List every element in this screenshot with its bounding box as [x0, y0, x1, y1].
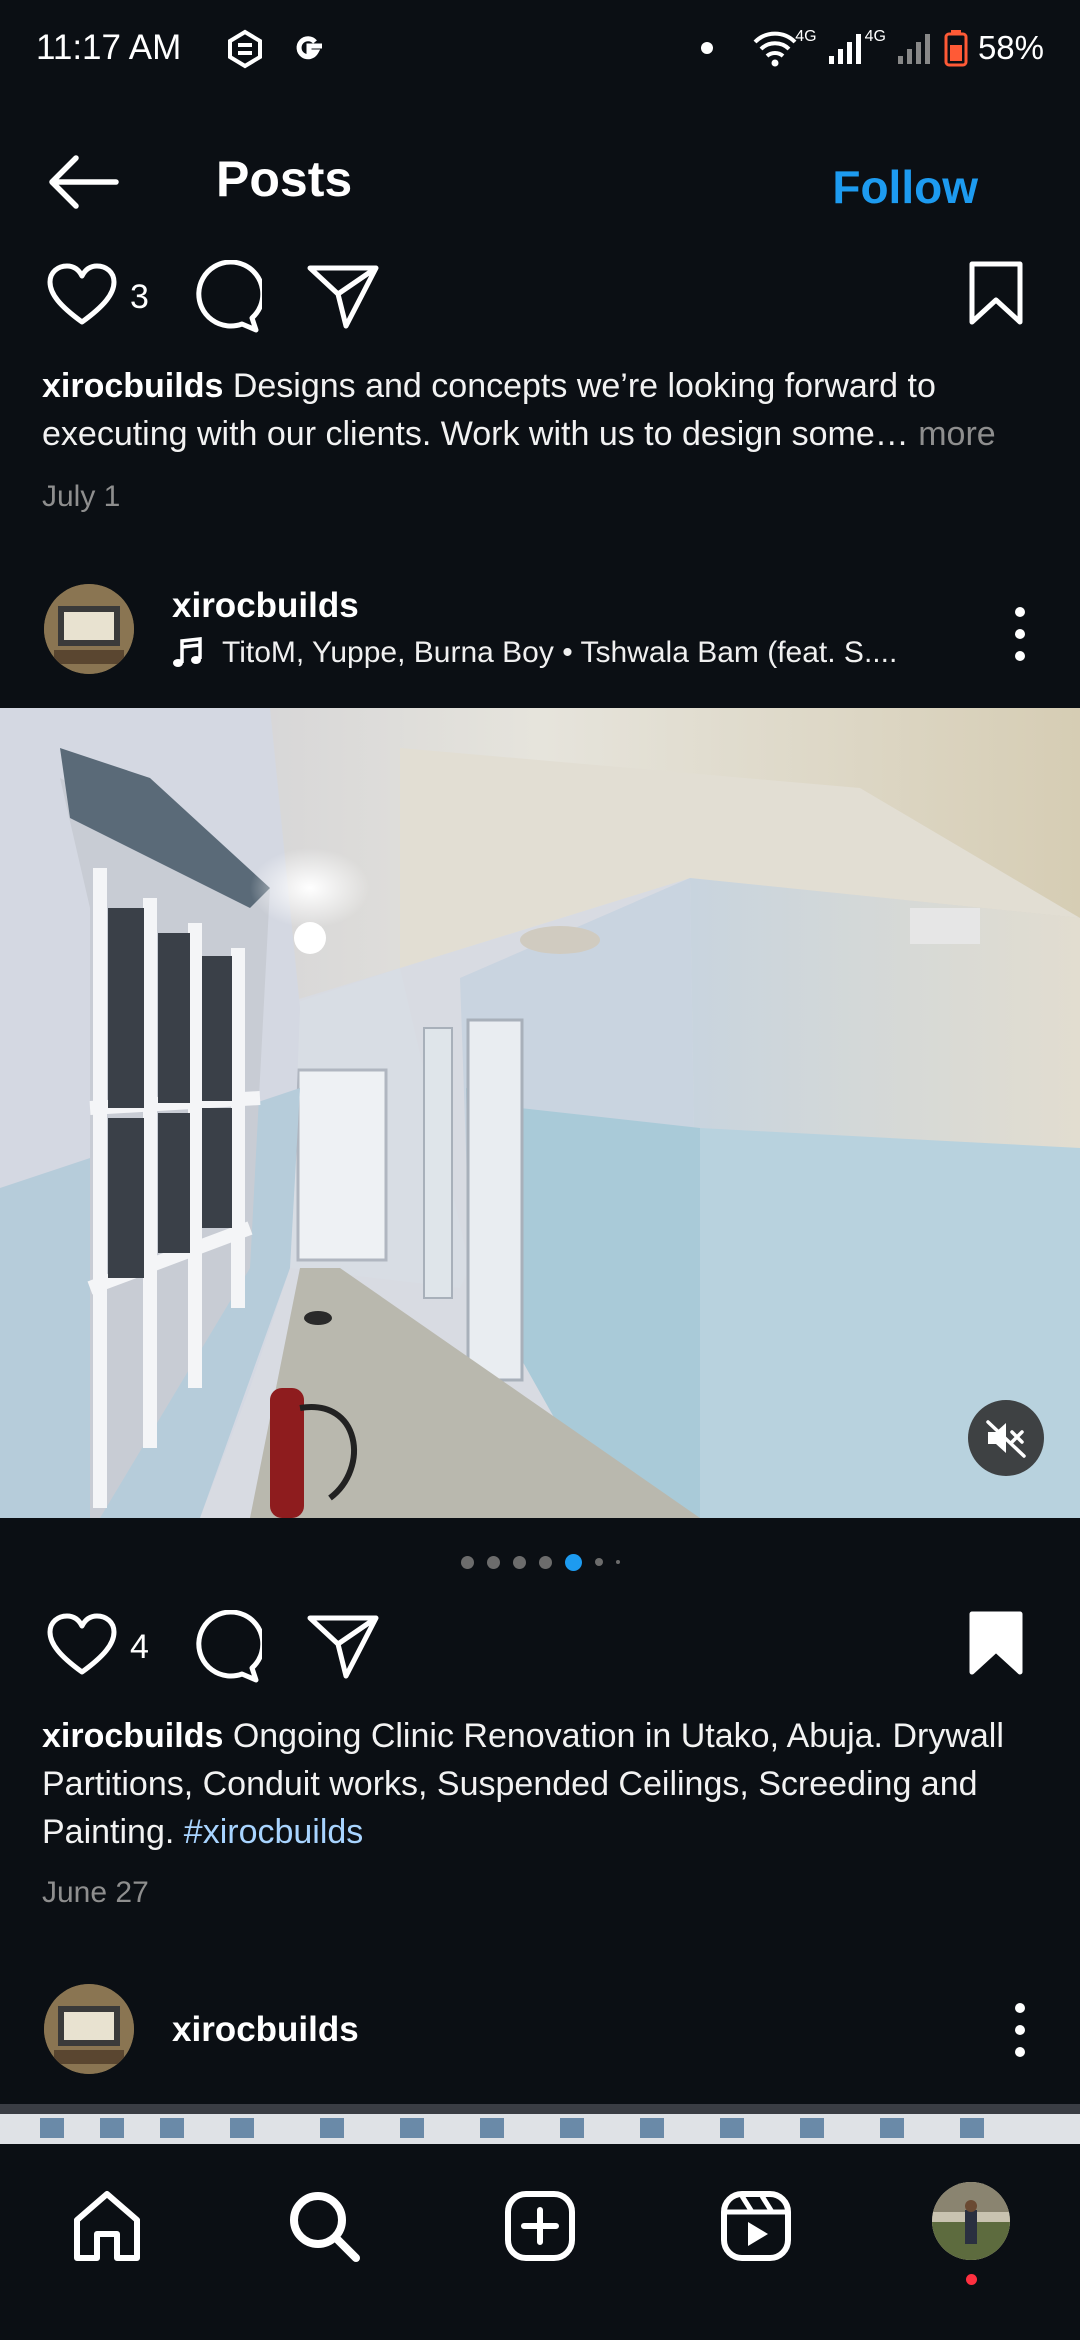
corridor-photo — [0, 708, 1080, 1518]
plus-square-icon[interactable] — [502, 2188, 578, 2264]
paper-plane-icon[interactable] — [306, 262, 380, 330]
status-bar: 11:17 AM 4G 4G 58% — [0, 0, 1080, 100]
carousel-dot — [615, 1560, 620, 1564]
post3-username[interactable]: xirocbuilds — [172, 2010, 359, 2050]
more-vertical-icon[interactable] — [1000, 2000, 1040, 2060]
software-toolbar-preview — [0, 2104, 1080, 2144]
status-right-group: 4G 4G 58% — [701, 28, 1044, 68]
signal-icon — [828, 34, 861, 64]
carousel-dot — [460, 1555, 474, 1569]
post1-caption: xirocbuilds Designs and concepts we’re l… — [42, 362, 1032, 458]
carousel-dot — [594, 1558, 603, 1566]
carousel-dot-active — [564, 1553, 582, 1571]
profile-avatar[interactable] — [932, 2182, 1010, 2260]
wifi-icon — [753, 31, 797, 67]
post1-like-count[interactable]: 3 — [130, 278, 149, 317]
battery-icon — [944, 30, 968, 67]
status-time: 11:17 AM — [36, 28, 182, 67]
post3-media[interactable] — [0, 2104, 1080, 2144]
google-icon — [296, 36, 322, 60]
comment-bubble-icon[interactable] — [188, 1610, 262, 1684]
bookmark-icon[interactable] — [966, 260, 1026, 326]
avatar[interactable] — [44, 584, 134, 674]
paper-plane-icon[interactable] — [306, 1612, 380, 1680]
network-label-2: 4G — [864, 28, 886, 45]
more-vertical-icon[interactable] — [1000, 604, 1040, 664]
arrow-left-icon[interactable] — [40, 152, 130, 212]
avatar[interactable] — [44, 1984, 134, 2074]
post2-hashtag[interactable]: #xirocbuilds — [184, 1813, 364, 1851]
reels-icon[interactable] — [718, 2188, 794, 2264]
post2-music-info[interactable]: TitoM, Yuppe, Burna Boy • Tshwala Bam (f… — [172, 636, 897, 670]
page-title: Posts — [216, 151, 353, 207]
signal-weak-icon — [897, 34, 930, 64]
carousel-dot — [512, 1555, 526, 1569]
post2-date: June 27 — [42, 1876, 149, 1909]
battery-percent: 58% — [977, 29, 1044, 66]
carousel-dot — [538, 1555, 552, 1569]
search-icon[interactable] — [286, 2188, 362, 2264]
speaker-muted-icon — [986, 1420, 1026, 1458]
notification-dot-icon — [701, 42, 714, 54]
mute-button[interactable] — [968, 1400, 1044, 1476]
heart-icon[interactable] — [46, 1612, 118, 1678]
top-header: Posts Follow — [0, 130, 1080, 230]
post2-like-count[interactable]: 4 — [130, 1628, 149, 1667]
post2-caption: xirocbuilds Ongoing Clinic Renovation in… — [42, 1712, 1032, 1856]
heart-icon[interactable] — [46, 262, 118, 328]
post1-caption-username[interactable]: xirocbuilds — [42, 367, 223, 405]
post1-date: July 1 — [42, 480, 121, 513]
app-notification-icon — [228, 29, 262, 69]
bottom-navigation — [0, 2144, 1080, 2340]
carousel-dot — [486, 1555, 500, 1569]
post2-header: xirocbuilds TitoM, Yuppe, Burna Boy • Ts… — [0, 582, 1080, 682]
post2-caption-username[interactable]: xirocbuilds — [42, 1717, 223, 1755]
follow-button[interactable]: Follow — [832, 160, 978, 214]
network-label-1: 4G — [795, 28, 817, 45]
post1-more-link[interactable]: more — [918, 415, 995, 453]
carousel-indicator — [0, 1552, 1080, 1572]
bookmark-filled-icon[interactable] — [966, 1610, 1026, 1676]
post3-header: xirocbuilds — [0, 1982, 1080, 2082]
post2-media[interactable] — [0, 708, 1080, 1518]
post2-actions: 4 — [0, 1606, 1080, 1696]
post1-actions: 3 — [0, 256, 1080, 346]
comment-bubble-icon[interactable] — [188, 260, 262, 334]
post2-music-text: TitoM, Yuppe, Burna Boy • Tshwala Bam (f… — [222, 636, 898, 669]
home-icon[interactable] — [69, 2188, 145, 2264]
notification-badge — [966, 2274, 977, 2285]
music-note-icon — [173, 637, 202, 667]
post2-username[interactable]: xirocbuilds — [172, 586, 359, 626]
